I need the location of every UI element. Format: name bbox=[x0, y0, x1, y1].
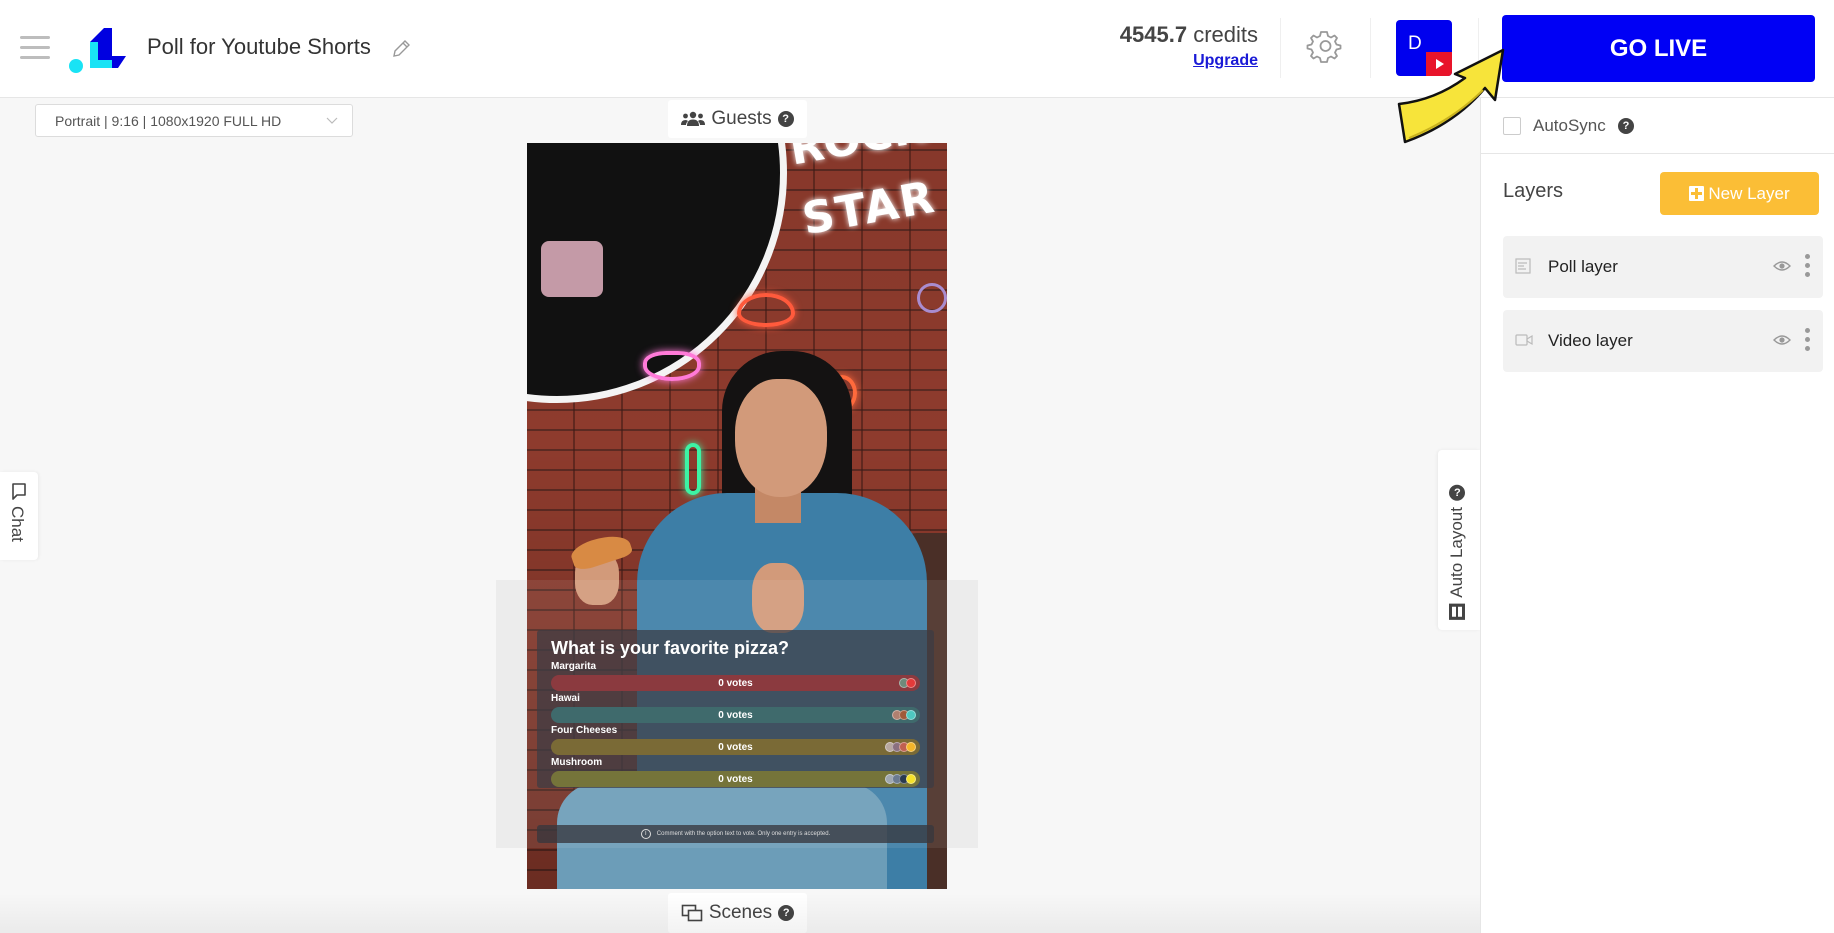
neon-lips bbox=[737, 293, 795, 327]
help-icon[interactable]: ? bbox=[777, 111, 794, 127]
divider bbox=[1370, 18, 1371, 78]
poll-option-votes: 0 votes bbox=[718, 773, 753, 785]
credits-value: 4545.7 bbox=[1119, 22, 1188, 47]
poll-option-bar: 0 votes bbox=[551, 675, 920, 691]
credits-box: 4545.7 credits Upgrade bbox=[1120, 22, 1258, 70]
layer-name: Video layer bbox=[1548, 331, 1633, 350]
layer-name: Poll layer bbox=[1548, 257, 1618, 276]
poll-icon bbox=[1515, 258, 1531, 274]
right-panel: AutoSync ? Layers New Layer Poll layer V bbox=[1480, 98, 1834, 933]
poll-option-label: Four Cheeses bbox=[551, 725, 618, 736]
autosync-row: AutoSync ? bbox=[1481, 98, 1834, 154]
pencil-icon[interactable] bbox=[390, 38, 412, 60]
poll-widget[interactable]: What is your favorite pizza? Margarita 0… bbox=[537, 630, 934, 788]
poll-instructions: i Comment with the option text to vote. … bbox=[537, 825, 934, 843]
overlay-frame-left bbox=[496, 580, 527, 848]
info-icon: i bbox=[640, 829, 651, 839]
person-face bbox=[735, 379, 827, 497]
upgrade-link[interactable]: Upgrade bbox=[1193, 52, 1258, 70]
project-title: Poll for Youtube Shorts bbox=[147, 34, 371, 59]
voter-avatars bbox=[899, 678, 916, 688]
new-layer-label: New Layer bbox=[1708, 183, 1790, 203]
avatar-letter: D bbox=[1408, 33, 1422, 54]
eye-icon[interactable] bbox=[1773, 259, 1791, 273]
auto-layout-tab[interactable]: Auto Layout ? bbox=[1438, 450, 1480, 630]
poll-option-bar: 0 votes bbox=[551, 707, 920, 723]
poll-option-label: Mushroom bbox=[551, 757, 603, 768]
poll-question: What is your favorite pizza? bbox=[551, 638, 790, 658]
divider bbox=[1478, 18, 1479, 78]
layers-title: Layers bbox=[1503, 180, 1564, 202]
layer-item-video[interactable]: Video layer bbox=[1503, 310, 1823, 372]
person-hand bbox=[752, 563, 804, 633]
video-camera-icon bbox=[1515, 334, 1533, 346]
layers-header: Layers New Layer bbox=[1481, 154, 1834, 234]
plus-square-icon bbox=[1689, 185, 1705, 201]
gear-icon[interactable] bbox=[1306, 28, 1342, 64]
menu-icon[interactable] bbox=[20, 36, 50, 60]
layout-grid-icon bbox=[1449, 604, 1465, 620]
more-options-icon[interactable] bbox=[1803, 328, 1811, 354]
chat-tab[interactable]: Chat bbox=[0, 472, 38, 560]
poll-option-votes: 0 votes bbox=[718, 677, 753, 689]
guests-tab[interactable]: Guests ? bbox=[668, 100, 807, 138]
divider bbox=[1280, 18, 1281, 78]
help-icon[interactable]: ? bbox=[1449, 485, 1465, 502]
poll-option-bar: 0 votes bbox=[551, 739, 920, 755]
scenes-tab[interactable]: Scenes ? bbox=[668, 893, 807, 933]
voter-avatars bbox=[885, 774, 916, 784]
top-header: Poll for Youtube Shorts 4545.7 credits U… bbox=[0, 0, 1834, 98]
channel-avatar[interactable]: D bbox=[1396, 20, 1452, 76]
poll-instructions-text: Comment with the option text to vote. On… bbox=[656, 831, 831, 837]
auto-layout-label: Auto Layout bbox=[1447, 507, 1466, 598]
voter-avatars bbox=[892, 710, 916, 720]
app-logo[interactable] bbox=[68, 22, 134, 76]
eye-icon[interactable] bbox=[1773, 333, 1791, 347]
format-select-value: Portrait | 9:16 | 1080x1920 FULL HD bbox=[55, 113, 282, 129]
poll-option-label: Margarita bbox=[551, 661, 597, 672]
guests-label: Guests bbox=[711, 108, 772, 129]
video-preview[interactable]: ROCK STAR What is your favorite pizza? M… bbox=[527, 143, 947, 889]
poll-option-votes: 0 votes bbox=[718, 709, 753, 721]
autosync-label: AutoSync bbox=[1533, 116, 1606, 135]
neon-cactus bbox=[685, 443, 701, 495]
poll-option-bar: 0 votes bbox=[551, 771, 920, 787]
neon-shape bbox=[917, 283, 947, 313]
users-icon bbox=[681, 111, 706, 126]
go-live-button[interactable]: GO LIVE bbox=[1502, 15, 1815, 82]
layer-item-poll[interactable]: Poll layer bbox=[1503, 236, 1823, 298]
credits-unit: credits bbox=[1193, 22, 1258, 47]
neon-bat bbox=[643, 351, 701, 381]
phone bbox=[541, 241, 603, 297]
youtube-icon bbox=[1426, 52, 1452, 76]
autosync-checkbox[interactable] bbox=[1503, 117, 1521, 135]
scenes-icon bbox=[681, 904, 703, 922]
help-icon[interactable]: ? bbox=[778, 905, 795, 921]
poll-option-label: Hawai bbox=[551, 693, 580, 704]
chat-label: Chat bbox=[8, 506, 27, 542]
chevron-down-icon bbox=[326, 117, 338, 124]
overlay-frame-right bbox=[947, 580, 978, 848]
more-options-icon[interactable] bbox=[1803, 254, 1811, 280]
voter-avatars bbox=[885, 742, 916, 752]
format-select[interactable]: Portrait | 9:16 | 1080x1920 FULL HD bbox=[35, 104, 353, 137]
chat-bubble-icon bbox=[12, 483, 26, 500]
scenes-label: Scenes bbox=[708, 902, 773, 923]
help-icon[interactable]: ? bbox=[1618, 118, 1634, 134]
poll-option-votes: 0 votes bbox=[718, 741, 753, 753]
new-layer-button[interactable]: New Layer bbox=[1660, 172, 1819, 215]
